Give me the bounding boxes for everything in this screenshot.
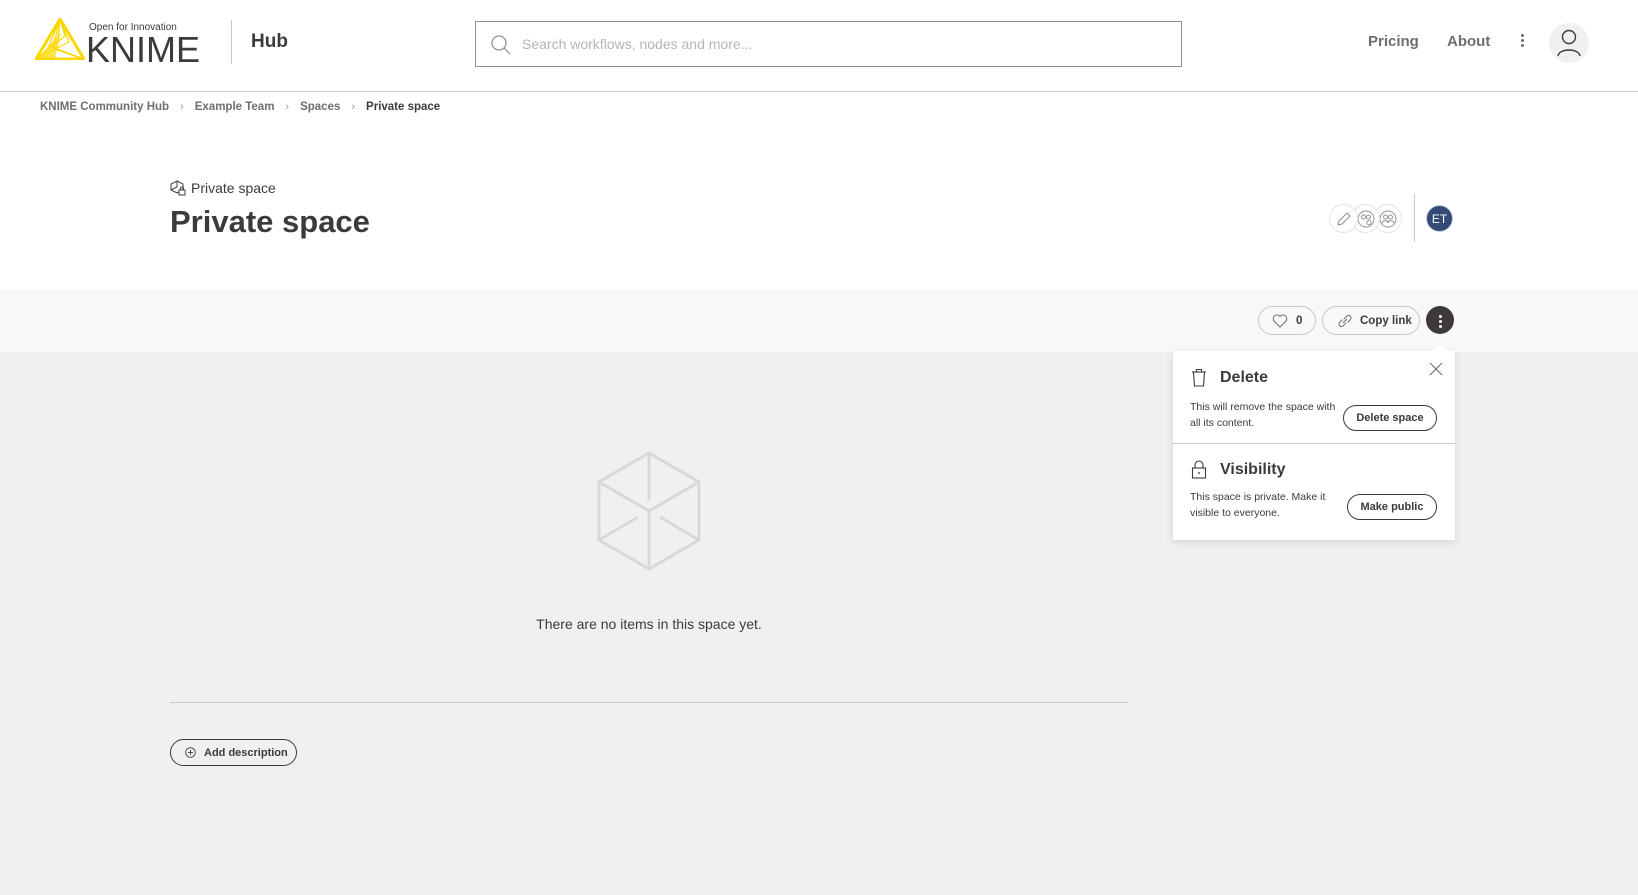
heart-icon — [1272, 314, 1288, 328]
kebab-icon — [1426, 306, 1454, 328]
link-icon — [1338, 314, 1352, 327]
search-input[interactable] — [522, 22, 1162, 66]
space-options-button[interactable] — [1426, 306, 1454, 334]
pencil-icon — [1337, 212, 1351, 226]
page-title: Private space — [170, 204, 370, 239]
user-icon — [1557, 29, 1581, 57]
empty-state-message: There are no items in this space yet. — [536, 616, 762, 632]
breadcrumb-item-current: Private space — [366, 101, 441, 113]
space-type-text: Private space — [191, 180, 276, 196]
add-description-button[interactable]: Add description — [170, 739, 297, 766]
delete-heading: Delete — [1191, 368, 1268, 387]
search-box[interactable] — [475, 21, 1182, 67]
delete-title: Delete — [1220, 368, 1269, 386]
breadcrumb-item-spaces[interactable]: Spaces — [300, 101, 340, 113]
lock-icon — [1191, 460, 1207, 479]
user-avatar-button[interactable] — [1549, 23, 1589, 63]
knime-triangle-icon — [35, 18, 85, 60]
breadcrumb-item-community-hub[interactable]: KNIME Community Hub — [40, 101, 169, 113]
breadcrumb-item-team[interactable]: Example Team — [195, 101, 275, 113]
delete-section: Delete This will remove the space with a… — [1173, 351, 1455, 444]
trash-icon — [1192, 368, 1206, 387]
like-button[interactable]: 0 — [1258, 306, 1316, 335]
users-icon — [1379, 210, 1397, 228]
knime-logo[interactable]: Open for Innovation KNIME — [35, 18, 200, 70]
chevron-right-icon: › — [351, 101, 356, 113]
users-settings-icon — [1357, 210, 1375, 228]
private-space-icon — [170, 180, 186, 196]
chevron-right-icon: › — [285, 101, 290, 113]
add-description-label: Add description — [204, 746, 288, 759]
visibility-description: This space is private. Make it visible t… — [1190, 491, 1326, 519]
edit-button[interactable] — [1329, 204, 1358, 233]
content-divider — [170, 702, 1128, 703]
breadcrumb: KNIME Community Hub › Example Team › Spa… — [40, 101, 440, 113]
search-icon — [491, 35, 511, 55]
header-divider — [1414, 194, 1415, 242]
more-menu-icon[interactable] — [1515, 34, 1529, 52]
empty-box-icon — [597, 451, 701, 571]
copy-link-button[interactable]: Copy link — [1322, 306, 1420, 335]
copy-link-label: Copy link — [1360, 314, 1412, 327]
chevron-right-icon: › — [180, 101, 184, 113]
top-navigation-bar: Open for Innovation KNIME Hub Pricing Ab… — [0, 0, 1638, 92]
like-count: 0 — [1296, 314, 1303, 327]
visibility-heading: Visibility — [1191, 460, 1286, 479]
nav-about-link[interactable]: About — [1447, 33, 1490, 50]
delete-description: This will remove the space with all its … — [1190, 401, 1336, 429]
nav-pricing-link[interactable]: Pricing — [1368, 33, 1419, 50]
space-options-menu: Delete This will remove the space with a… — [1173, 343, 1455, 540]
space-type-label: Private space — [170, 180, 276, 196]
logo-wordmark: KNIME — [86, 29, 201, 70]
logo-divider — [231, 20, 232, 64]
make-public-button[interactable]: Make public — [1347, 494, 1437, 520]
hub-label[interactable]: Hub — [251, 31, 288, 53]
visibility-section: Visibility This space is private. Make i… — [1173, 444, 1455, 540]
plus-circle-icon — [185, 747, 196, 758]
delete-space-button[interactable]: Delete space — [1343, 405, 1437, 431]
team-avatar[interactable]: ET — [1426, 205, 1453, 232]
visibility-title: Visibility — [1220, 460, 1286, 478]
